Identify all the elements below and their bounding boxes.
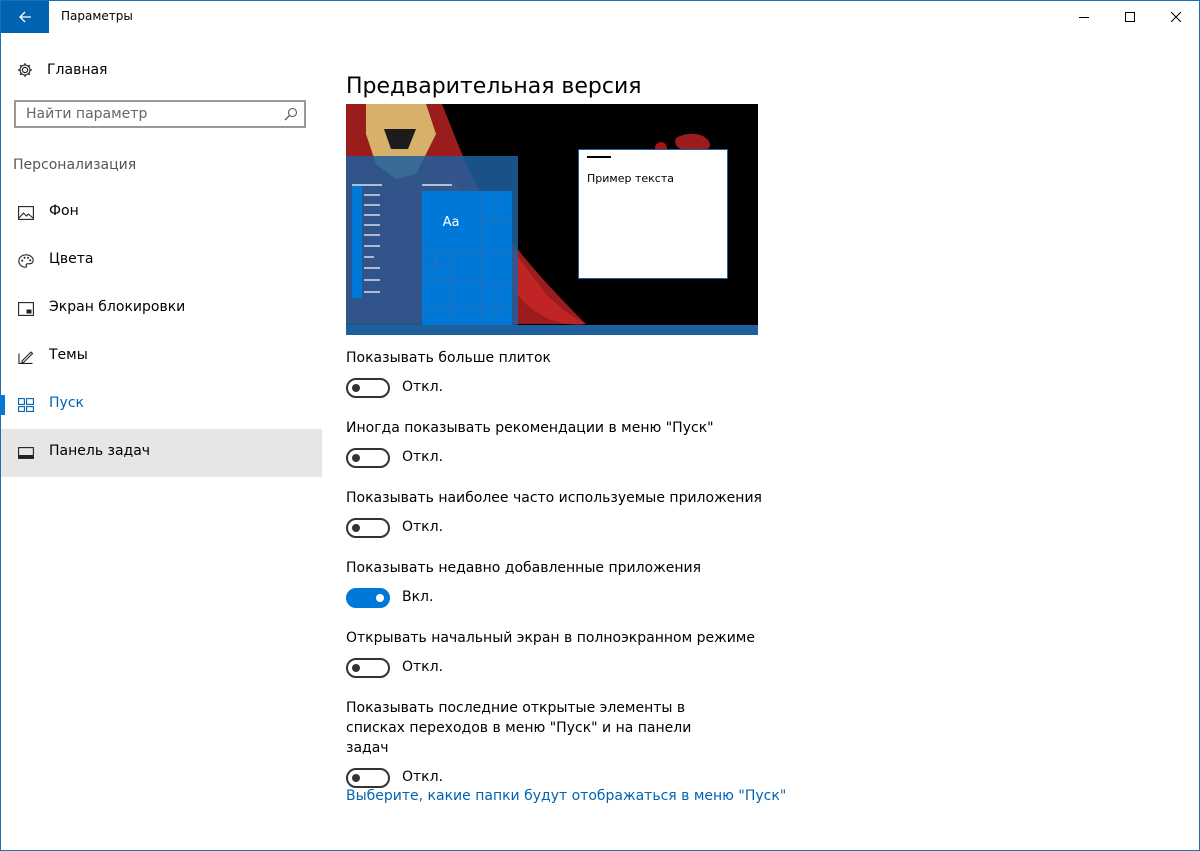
switch-knob <box>376 594 384 602</box>
start-icon <box>18 398 34 412</box>
themes-icon <box>18 351 34 364</box>
minimize-button[interactable] <box>1061 1 1107 33</box>
home-link[interactable]: Главная <box>17 60 107 80</box>
sidebar-item-label: Панель задач <box>49 443 151 459</box>
sidebar-item-label: Темы <box>49 347 88 363</box>
palette-icon <box>18 254 34 268</box>
sidebar-item-background[interactable]: Фон <box>1 189 322 237</box>
sidebar-item-colors[interactable]: Цвета <box>1 237 322 285</box>
main-content: Предварительная версия Aa Пример текста … <box>346 33 1186 850</box>
search-input[interactable] <box>16 102 286 126</box>
preview-wallpaper: Aa Пример текста <box>346 104 758 335</box>
sidebar: Главная Персонализация Фон Цвета <box>1 33 322 850</box>
toggle-label: Открывать начальный экран в полноэкранно… <box>346 630 755 646</box>
picture-icon <box>18 206 34 220</box>
search-box <box>14 100 306 128</box>
toggle-jump-lists: Показывать последние открытые элементы в… <box>346 698 731 790</box>
sidebar-item-lock-screen[interactable]: Экран блокировки <box>1 285 322 333</box>
switch-knob <box>352 384 360 392</box>
gear-icon <box>18 63 32 77</box>
switch-knob <box>352 774 360 782</box>
toggle-recently-added: Показывать недавно добавленные приложени… <box>346 558 866 610</box>
toggle-label: Показывать недавно добавленные приложени… <box>346 560 702 576</box>
toggle-suggestions: Иногда показывать рекомендации в меню "П… <box>346 418 866 470</box>
toggle-state: Откл. <box>402 769 444 785</box>
toggle-switch[interactable] <box>346 768 390 788</box>
toggle-more-tiles: Показывать больше плиток Откл. <box>346 348 866 400</box>
switch-knob <box>352 524 360 532</box>
maximize-icon <box>1125 12 1135 22</box>
toggle-switch[interactable] <box>346 658 390 678</box>
page-title: Предварительная версия <box>346 73 642 99</box>
home-label: Главная <box>47 62 108 78</box>
lock-screen-icon <box>18 302 34 316</box>
preview-tile-text: Aa <box>443 215 460 230</box>
back-arrow-icon <box>19 11 31 23</box>
sidebar-item-themes[interactable]: Темы <box>1 333 322 381</box>
start-preview: Aa Пример текста <box>346 104 758 335</box>
taskbar-icon <box>18 447 34 459</box>
search-icon[interactable] <box>284 107 298 121</box>
toggle-label: Иногда показывать рекомендации в меню "П… <box>346 420 714 436</box>
toggle-label: Показывать наиболее часто используемые п… <box>346 490 762 506</box>
toggle-label: Показывать последние открытые элементы в… <box>346 700 692 756</box>
sidebar-item-taskbar[interactable]: Панель задач <box>1 429 322 477</box>
section-title: Персонализация <box>13 157 137 173</box>
sidebar-item-label: Пуск <box>49 395 84 411</box>
switch-knob <box>352 664 360 672</box>
close-button[interactable] <box>1153 1 1199 33</box>
toggle-label: Показывать больше плиток <box>346 350 551 366</box>
toggle-state: Откл. <box>402 379 444 395</box>
sidebar-item-label: Экран блокировки <box>49 299 186 315</box>
toggle-state: Вкл. <box>402 589 434 605</box>
toggle-state: Откл. <box>402 449 444 465</box>
maximize-button[interactable] <box>1107 1 1153 33</box>
choose-folders-link[interactable]: Выберите, какие папки будут отображаться… <box>346 788 786 804</box>
back-button[interactable] <box>1 1 49 33</box>
toggle-most-used: Показывать наиболее часто используемые п… <box>346 488 866 540</box>
toggle-state: Откл. <box>402 659 444 675</box>
preview-sample-text: Пример текста <box>587 172 674 185</box>
toggle-full-screen: Открывать начальный экран в полноэкранно… <box>346 628 866 680</box>
sidebar-item-start[interactable]: Пуск <box>1 381 322 429</box>
toggle-switch[interactable] <box>346 448 390 468</box>
title-bar: Параметры <box>1 1 1199 33</box>
sidebar-item-label: Цвета <box>49 251 94 267</box>
toggle-switch[interactable] <box>346 378 390 398</box>
toggle-switch[interactable] <box>346 588 390 608</box>
close-icon <box>1171 12 1181 22</box>
toggle-switch[interactable] <box>346 518 390 538</box>
settings-window: Параметры Главная Персонали <box>0 0 1200 851</box>
window-title: Параметры <box>61 9 133 23</box>
minimize-icon <box>1079 17 1089 18</box>
sidebar-item-label: Фон <box>49 203 79 219</box>
switch-knob <box>352 454 360 462</box>
toggle-state: Откл. <box>402 519 444 535</box>
